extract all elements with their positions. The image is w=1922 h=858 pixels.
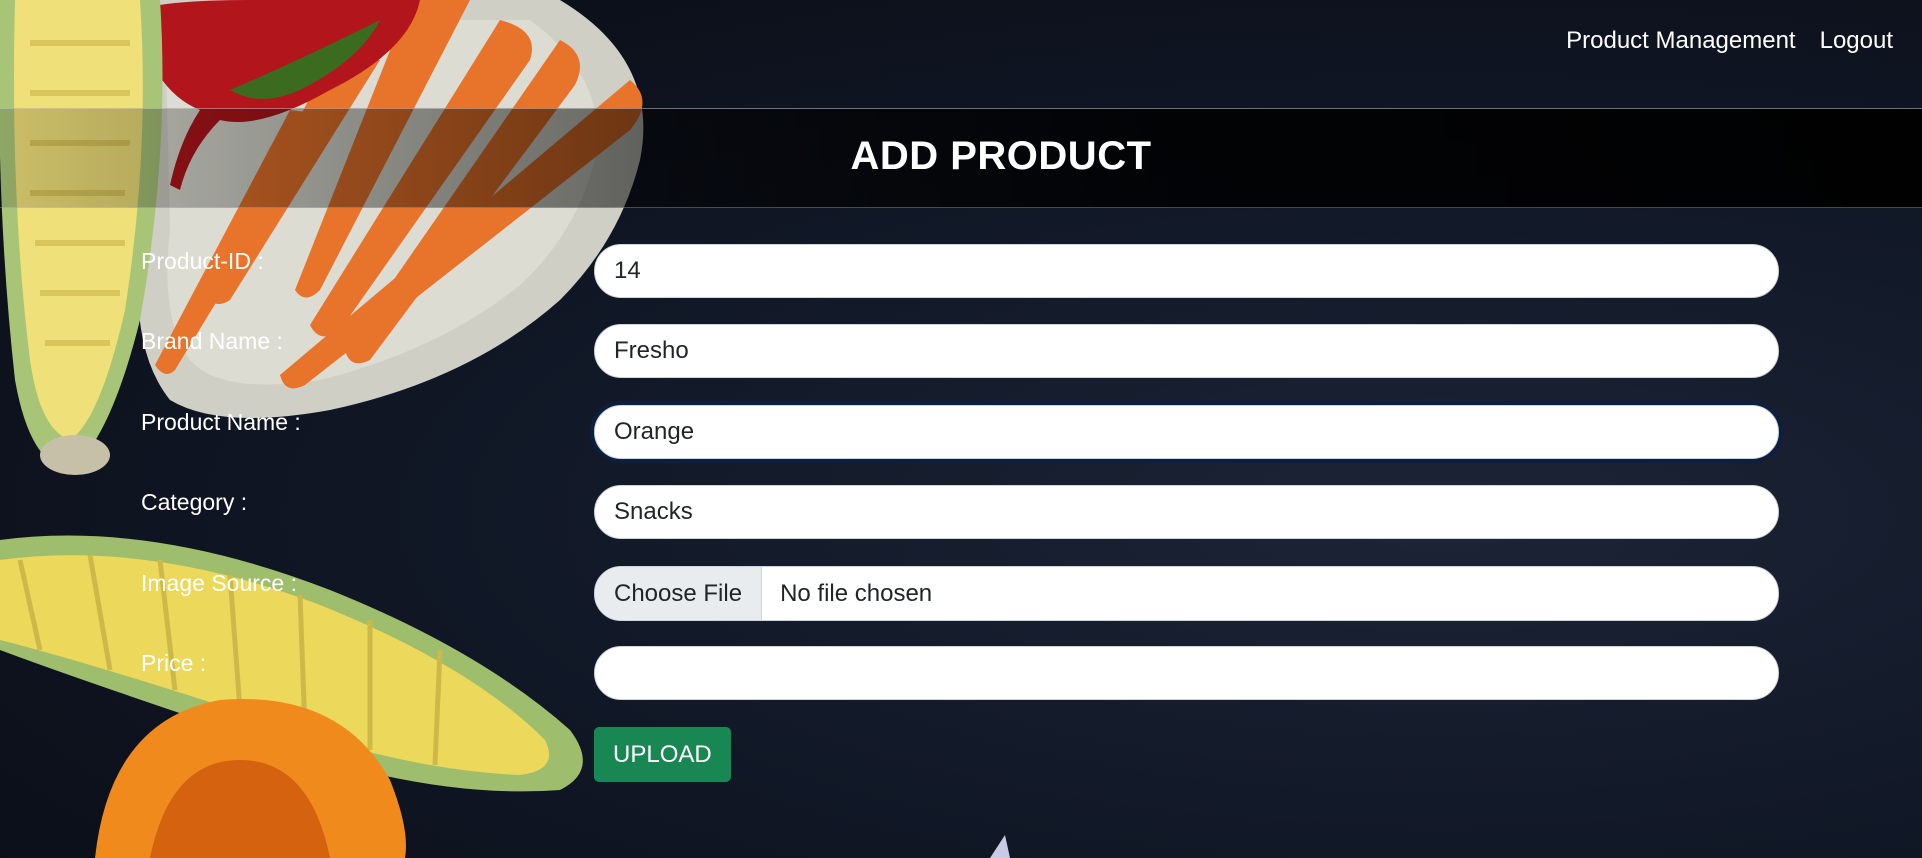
category-label: Category : — [141, 489, 248, 515]
upload-button[interactable]: UPLOAD — [594, 727, 731, 782]
image-source-label: Image Source : — [141, 570, 297, 596]
product-name-input[interactable] — [594, 405, 1779, 459]
brand-name-input[interactable] — [594, 324, 1779, 378]
product-page: Product Management Logout ADD PRODUCT Pr… — [0, 0, 1922, 858]
price-label: Price : — [141, 650, 207, 676]
price-input[interactable] — [594, 646, 1779, 700]
brand-name-label: Brand Name : — [141, 328, 283, 354]
product-name-label: Product Name : — [141, 409, 301, 435]
product-id-input[interactable] — [594, 244, 1779, 298]
product-id-label: Product-ID : — [141, 248, 264, 274]
choose-file-button[interactable]: Choose File — [595, 567, 763, 620]
add-product-form: Product-ID : Brand Name : Product Name :… — [0, 0, 1922, 858]
image-source-file-input[interactable]: Choose File No file chosen — [594, 566, 1779, 621]
category-input[interactable] — [594, 485, 1779, 539]
file-status-text: No file chosen — [780, 579, 933, 607]
